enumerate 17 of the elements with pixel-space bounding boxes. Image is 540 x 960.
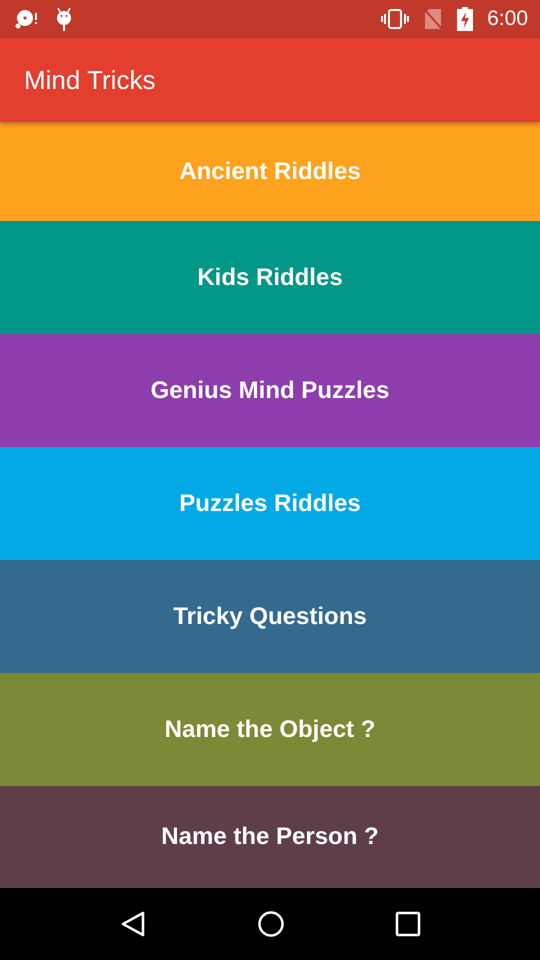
battery-charging-icon: [457, 7, 474, 31]
vibrate-icon: [381, 8, 410, 30]
android-icon: [54, 6, 74, 32]
app-title: Mind Tricks: [24, 64, 156, 96]
status-time: 6:00: [487, 7, 528, 31]
category-button[interactable]: Genius Mind Puzzles: [0, 334, 540, 447]
back-icon[interactable]: [119, 910, 147, 938]
notification-icon: [14, 8, 40, 30]
category-button[interactable]: Name the Person ?: [0, 786, 540, 888]
no-sim-icon: [423, 8, 444, 30]
category-button[interactable]: Ancient Riddles: [0, 122, 540, 221]
home-icon[interactable]: [257, 910, 285, 938]
category-button[interactable]: Kids Riddles: [0, 221, 540, 334]
category-button[interactable]: Puzzles Riddles: [0, 447, 540, 560]
recents-icon[interactable]: [395, 911, 421, 937]
category-button[interactable]: Name the Object ?: [0, 673, 540, 786]
category-button[interactable]: Tricky Questions: [0, 560, 540, 673]
